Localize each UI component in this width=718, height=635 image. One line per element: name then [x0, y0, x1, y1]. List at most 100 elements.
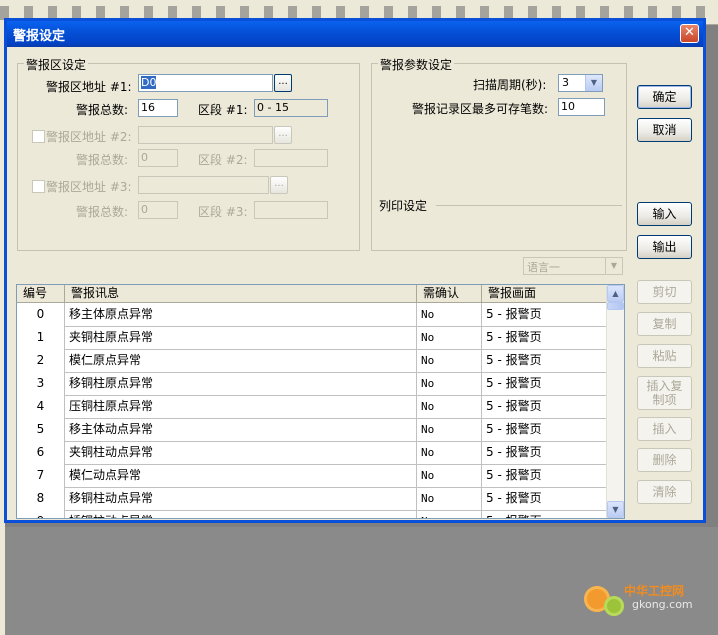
cancel-button[interactable]: 取消: [637, 118, 692, 142]
col-header-confirm[interactable]: 需确认: [417, 285, 482, 302]
close-icon: ✕: [684, 25, 695, 40]
cell-message[interactable]: 夹铜柱动点异常: [65, 441, 417, 464]
cell-confirm[interactable]: No: [417, 487, 482, 510]
dialog-title: 警报设定: [13, 29, 66, 44]
scroll-up-button[interactable]: ▲: [607, 285, 624, 302]
cell-message[interactable]: 移主体原点异常: [65, 303, 417, 326]
table-row[interactable]: 9插铜柱动点异常No5 - 报警页: [17, 510, 607, 518]
cell-confirm[interactable]: No: [417, 395, 482, 418]
cell-id[interactable]: 0: [17, 303, 65, 326]
insert-copy-label-line1: 插入复: [646, 379, 683, 393]
cell-id[interactable]: 2: [17, 349, 65, 372]
cell-confirm[interactable]: No: [417, 326, 482, 349]
cell-screen[interactable]: 5 - 报警页: [482, 303, 607, 326]
print-settings-legend: 列印设定: [379, 199, 428, 213]
print-settings-divider: [436, 205, 622, 206]
import-button[interactable]: 输入: [637, 202, 692, 226]
cell-message[interactable]: 插铜柱动点异常: [65, 510, 417, 518]
cell-confirm[interactable]: No: [417, 464, 482, 487]
insert-button[interactable]: 插入: [637, 417, 692, 441]
alarm-message-table[interactable]: 编号 警报讯息 需确认 警报画面 0 移主体原点异常 No 5 - 报警页 1 夹铜柱原点…: [16, 284, 625, 519]
delete-button[interactable]: 删除: [637, 448, 692, 472]
cell-confirm[interactable]: No: [417, 303, 482, 326]
alarm-address-3-browse-button[interactable]: ...: [270, 176, 288, 194]
alarm-address-2-checkbox[interactable]: [32, 130, 45, 143]
ok-button[interactable]: 确定: [637, 85, 692, 109]
cell-id[interactable]: 4: [17, 395, 65, 418]
cell-id[interactable]: 9: [17, 510, 65, 518]
cell-confirm[interactable]: No: [417, 441, 482, 464]
table-row[interactable]: 7 模仁动点异常 No 5 - 报警页: [17, 464, 607, 488]
alarm-address-2-input[interactable]: [138, 126, 273, 144]
insert-copy-button[interactable]: 插入复 制项: [637, 376, 692, 410]
table-row[interactable]: 6 夹铜柱动点异常 No 5 - 报警页: [17, 441, 607, 465]
cell-id[interactable]: 7: [17, 464, 65, 487]
segment-2-label: 区段 #2:: [198, 153, 248, 167]
cell-message[interactable]: 移主体动点异常: [65, 418, 417, 441]
alarm-address-2-label: 警报区地址 #2:: [46, 130, 132, 144]
cell-id[interactable]: 3: [17, 372, 65, 395]
table-row[interactable]: 4 压铜柱原点异常 No 5 - 报警页: [17, 395, 607, 419]
cell-message[interactable]: 夹铜柱原点异常: [65, 326, 417, 349]
cell-message[interactable]: 模仁原点异常: [65, 349, 417, 372]
cell-screen[interactable]: 5 - 报警页: [482, 349, 607, 372]
scroll-down-button[interactable]: ▼: [607, 501, 624, 518]
col-header-message[interactable]: 警报讯息: [65, 285, 417, 302]
cell-screen[interactable]: 5 - 报警页: [482, 326, 607, 349]
cell-message[interactable]: 压铜柱原点异常: [65, 395, 417, 418]
alarm-count-3-label: 警报总数:: [76, 205, 129, 219]
col-header-screen[interactable]: 警报画面: [482, 285, 607, 302]
clear-button[interactable]: 清除: [637, 480, 692, 504]
segment-1-label: 区段 #1:: [198, 103, 248, 117]
paste-button[interactable]: 粘贴: [637, 344, 692, 368]
col-header-id[interactable]: 编号: [17, 285, 65, 302]
alarm-address-1-value: D0: [141, 76, 157, 89]
cell-screen[interactable]: 5 - 报警页: [482, 418, 607, 441]
table-row[interactable]: 1 夹铜柱原点异常 No 5 - 报警页: [17, 326, 607, 350]
table-row[interactable]: 2 模仁原点异常 No 5 - 报警页: [17, 349, 607, 373]
cell-confirm[interactable]: No: [417, 418, 482, 441]
close-button[interactable]: ✕: [680, 24, 699, 43]
table-row[interactable]: 5 移主体动点异常 No 5 - 报警页: [17, 418, 607, 442]
title-bar[interactable]: 警报设定 ✕: [7, 21, 703, 47]
cut-button[interactable]: 剪切: [637, 280, 692, 304]
cell-screen[interactable]: 5 - 报警页: [482, 441, 607, 464]
cell-message[interactable]: 移铜柱原点异常: [65, 372, 417, 395]
cell-screen[interactable]: 5 - 报警页: [482, 487, 607, 510]
scan-period-select[interactable]: 3 ▼: [558, 74, 603, 92]
cell-screen[interactable]: 5 - 报警页: [482, 395, 607, 418]
scroll-thumb[interactable]: [607, 302, 624, 310]
language-select[interactable]: 语言一 ▼: [523, 257, 623, 275]
max-records-input[interactable]: 10: [558, 98, 605, 116]
segment-1-value: 0 - 15: [254, 99, 328, 117]
cell-screen[interactable]: 5 - 报警页: [482, 510, 607, 518]
alarm-area-legend: 警报区设定: [24, 56, 89, 73]
alarm-address-3-checkbox[interactable]: [32, 180, 45, 193]
export-button[interactable]: 输出: [637, 235, 692, 259]
cell-id[interactable]: 5: [17, 418, 65, 441]
table-row[interactable]: 3 移铜柱原点异常 No 5 - 报警页: [17, 372, 607, 396]
table-row[interactable]: 0 移主体原点异常 No 5 - 报警页: [17, 303, 607, 327]
cell-id[interactable]: 8: [17, 487, 65, 510]
cell-confirm[interactable]: No: [417, 372, 482, 395]
alarm-address-1-browse-button[interactable]: ...: [274, 74, 292, 92]
cell-message[interactable]: 模仁动点异常: [65, 464, 417, 487]
scan-period-value: 3: [562, 76, 569, 89]
alarm-count-3-input[interactable]: 0: [138, 201, 178, 219]
cell-id[interactable]: 1: [17, 326, 65, 349]
table-scrollbar[interactable]: ▲ ▼: [606, 285, 624, 518]
alarm-count-2-input[interactable]: 0: [138, 149, 178, 167]
alarm-address-2-browse-button[interactable]: ...: [274, 126, 292, 144]
alarm-count-1-input[interactable]: 16: [138, 99, 178, 117]
cell-screen[interactable]: 5 - 报警页: [482, 372, 607, 395]
alarm-address-1-input[interactable]: D0: [138, 74, 273, 92]
alarm-settings-dialog: 警报设定 ✕ 警报区设定 警报区地址 #1: D0 ... 警报总数: 16 区…: [4, 18, 706, 523]
cell-confirm[interactable]: No: [417, 510, 482, 518]
cell-message[interactable]: 移铜柱动点异常: [65, 487, 417, 510]
table-row[interactable]: 8 移铜柱动点异常 No 5 - 报警页: [17, 487, 607, 511]
cell-confirm[interactable]: No: [417, 349, 482, 372]
alarm-address-3-input[interactable]: [138, 176, 269, 194]
cell-id[interactable]: 6: [17, 441, 65, 464]
copy-button[interactable]: 复制: [637, 312, 692, 336]
cell-screen[interactable]: 5 - 报警页: [482, 464, 607, 487]
